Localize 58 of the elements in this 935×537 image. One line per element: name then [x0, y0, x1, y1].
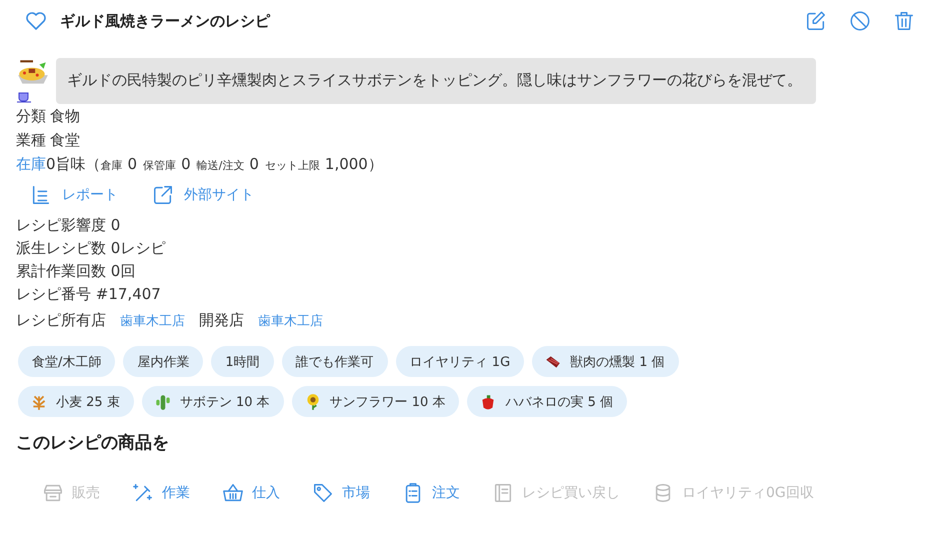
tag-chip: 1時間 — [211, 346, 274, 377]
tag-label: 獣肉の燻製 1 個 — [570, 354, 665, 370]
section-title: このレシピの商品を — [16, 432, 170, 454]
tag-label: サボテン 10 本 — [180, 394, 270, 410]
report-link[interactable]: レポート — [30, 184, 118, 206]
field-value: 食堂 — [50, 130, 80, 151]
shop-link[interactable]: 歯車木工店 — [120, 312, 185, 330]
stock-link[interactable]: 在庫 — [16, 152, 46, 176]
disable-button[interactable] — [849, 10, 871, 32]
favorite-button[interactable] — [24, 9, 48, 33]
book-icon — [492, 482, 514, 504]
detail-text: 派生レシピ数 0レシピ — [16, 238, 166, 259]
delete-button[interactable] — [893, 10, 915, 32]
shop-link[interactable]: 歯車木工店 — [258, 312, 323, 330]
external-site-link[interactable]: 外部サイト — [152, 184, 254, 206]
detail-text: レシピ影響度 0 — [16, 215, 122, 236]
stock-label: 輸送/注文 — [196, 158, 244, 174]
stock-label: 倉庫 — [100, 158, 123, 174]
edit-button[interactable] — [805, 10, 827, 32]
owner-label: レシピ所有店 — [16, 311, 106, 330]
price-tag-icon — [312, 482, 334, 504]
stock-count: 0 — [181, 154, 191, 175]
field-label: 業種 — [16, 130, 46, 151]
basket-icon — [222, 482, 244, 504]
tag-label: サンフラワー 10 本 — [330, 394, 446, 410]
stock-count: 1,000） — [324, 154, 383, 175]
cup-icon — [16, 90, 32, 104]
stock-count: 0 — [128, 154, 138, 175]
action-button[interactable]: 仕入 — [212, 474, 290, 512]
tag-chip: ロイヤリティ 1G — [396, 346, 524, 377]
cactus-icon — [154, 392, 172, 410]
tag-chip: 屋内作業 — [123, 346, 204, 377]
tag-chip: 食堂/木工師 — [18, 346, 116, 377]
detail-text: レシピ番号 #17,407 — [16, 284, 162, 305]
storefront-icon — [42, 482, 64, 504]
heart-icon — [24, 9, 48, 33]
field-label: 分類 — [16, 106, 46, 127]
action-button[interactable]: 作業 — [122, 474, 200, 512]
trash-icon — [893, 10, 915, 32]
magic-wand-icon — [132, 482, 154, 504]
stock-value: 0旨味（ — [46, 154, 101, 175]
developer-label: 開発店 — [199, 311, 244, 330]
edit-icon — [805, 10, 827, 32]
description-text: ギルドの民特製のピリ辛燻製肉とスライスサボテンをトッピング。隠し味はサンフラワーの花びらを混ぜて。 — [56, 58, 816, 104]
tag-label: ハバネロの実 5 個 — [505, 394, 613, 410]
stock-count: 0 — [249, 154, 259, 175]
tag-label: 小麦 25 束 — [56, 394, 120, 410]
prohibited-icon — [849, 10, 871, 32]
field-value: 食物 — [50, 106, 80, 127]
recipe-title: ギルド風焼きラーメンのレシピ — [60, 12, 272, 30]
detail-text: 累計作業回数 0回 — [16, 261, 136, 282]
stock-label: 保管庫 — [143, 158, 176, 174]
action-button[interactable]: 注文 — [392, 474, 470, 512]
action-button[interactable]: 市場 — [302, 474, 380, 512]
external-link-icon — [152, 184, 174, 206]
list-icon — [30, 184, 52, 206]
tag-chip: 誰でも作業可 — [282, 346, 388, 377]
stock-label: セット上限 — [264, 158, 320, 174]
